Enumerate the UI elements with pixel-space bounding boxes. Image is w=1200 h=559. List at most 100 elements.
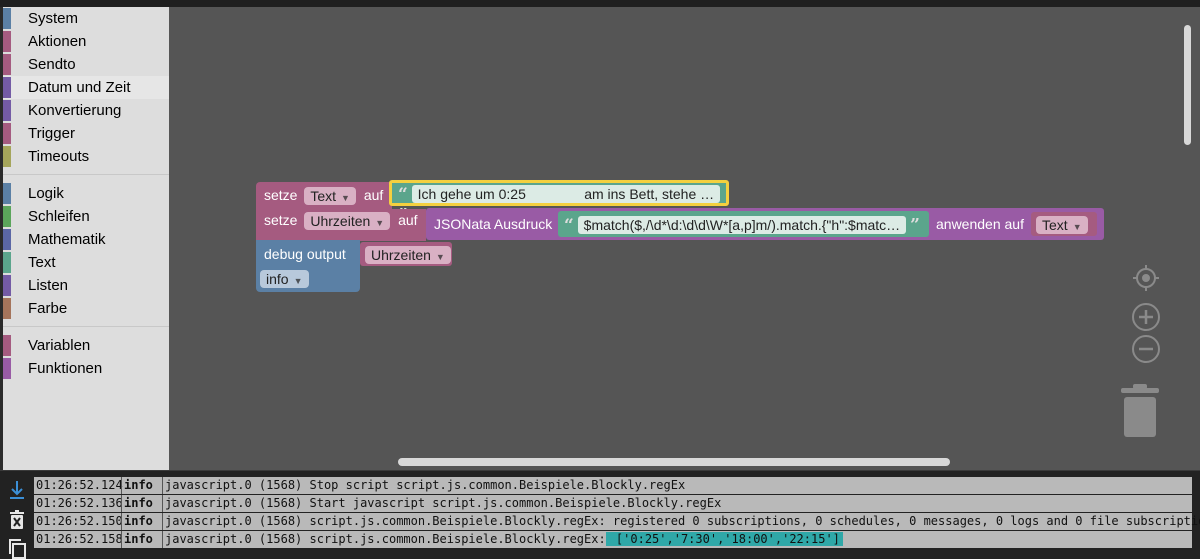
to-keyword: auf (398, 212, 418, 228)
column-divider (162, 531, 163, 548)
log-result-highlight: ['0:25','7:30','18:00','22:15'] (605, 532, 843, 546)
toolbox-item-label: Trigger (28, 125, 75, 142)
category-color-swatch (3, 31, 11, 52)
set-variable-block-2[interactable]: setze Uhrzeiten ▼ auf (256, 209, 426, 241)
toolbox-item-aktionen[interactable]: Aktionen (3, 30, 169, 53)
category-color-swatch (3, 123, 11, 144)
toolbox-item-label: Timeouts (28, 148, 90, 165)
open-quote-icon: “ (398, 184, 408, 205)
toolbox-item-schleifen[interactable]: Schleifen (3, 205, 169, 228)
text-literal-block[interactable]: “ Ich gehe um 0:25 am ins Bett, stehe … … (389, 180, 729, 226)
column-divider (162, 495, 163, 512)
category-color-swatch (3, 8, 11, 29)
toolbox-separator (3, 320, 169, 327)
category-color-swatch (3, 54, 11, 75)
category-color-swatch (3, 183, 11, 204)
expression-field[interactable]: $match($,/\d*\d:\d\d\W*[a,p]m/).match.{"… (577, 216, 907, 235)
toolbox-item-mathematik[interactable]: Mathematik (3, 228, 169, 251)
toolbox-item-konvertierung[interactable]: Konvertierung (3, 99, 169, 122)
log-row: 01:26:52.158 info javascript.0 (1568) scri… (34, 531, 1192, 548)
toolbox-item-label: Variablen (28, 337, 91, 354)
set-variable-block[interactable]: setze Text ▼ auf (256, 182, 392, 210)
toolbox-item-label: Sendto (28, 56, 76, 73)
toolbox-item-timeouts[interactable]: Timeouts (3, 145, 169, 168)
column-divider (121, 513, 122, 530)
trash-icon[interactable] (1119, 382, 1161, 440)
chevron-down-icon: ▼ (1072, 222, 1082, 233)
toolbox-separator (3, 168, 169, 175)
toolbox-item-label: Logik (28, 185, 64, 202)
level-dropdown[interactable]: info ▼ (260, 270, 309, 289)
toolbox: System Aktionen Sendto Datum und Zeit Konver… (3, 7, 169, 470)
zoom-in-icon[interactable] (1131, 302, 1161, 332)
chevron-down-icon: ▼ (293, 276, 303, 287)
debug-label: debug output (264, 246, 346, 262)
clear-log-icon[interactable] (6, 509, 28, 531)
debug-variable-block[interactable]: Uhrzeiten ▼ (360, 242, 452, 266)
toolbox-item-label: Schleifen (28, 208, 90, 225)
horizontal-scrollbar[interactable] (398, 458, 950, 466)
expression-text-block[interactable]: “ $match($,/\d*\d:\d\d\W*[a,p]m/).match.… (558, 211, 929, 237)
toolbox-item-trigger[interactable]: Trigger (3, 122, 169, 145)
toolbox-item-datum-und-zeit[interactable]: Datum und Zeit (3, 76, 169, 99)
workspace[interactable]: setze Text ▼ auf “ Ich gehe um 0:25 am in… (169, 7, 1200, 470)
category-color-swatch (3, 146, 11, 167)
apply-variable-block[interactable]: Text ▼ (1031, 212, 1097, 236)
top-bar (0, 0, 1200, 7)
log-level: info (124, 478, 153, 492)
variable-name: Text (1042, 217, 1068, 234)
toolbox-item-farbe[interactable]: Farbe (3, 297, 169, 320)
variable-dropdown[interactable]: Uhrzeiten ▼ (365, 246, 451, 265)
log-row: 01:26:52.150 info javascript.0 (1568) scri… (34, 513, 1200, 530)
vertical-scrollbar[interactable] (1184, 25, 1191, 145)
chevron-down-icon: ▼ (341, 193, 350, 204)
category-color-swatch (3, 77, 11, 98)
category-color-swatch (3, 358, 11, 379)
set-keyword: setze (264, 187, 298, 203)
blockly-editor: System Aktionen Sendto Datum und Zeit Konver… (0, 0, 1200, 559)
toolbox-item-system[interactable]: System (3, 7, 169, 30)
log-timestamp: 01:26:52.124 (36, 478, 123, 492)
close-quote-icon: ” (910, 215, 920, 236)
jsonata-label: JSONata Ausdruck (434, 216, 553, 232)
toolbox-item-label: Mathematik (28, 231, 106, 248)
recenter-icon[interactable] (1131, 263, 1161, 293)
toolbox-item-label: System (28, 10, 79, 27)
variable-name: Uhrzeiten (371, 247, 431, 264)
toolbox-item-logik[interactable]: Logik (3, 182, 169, 205)
log-level: info (124, 496, 153, 510)
variable-dropdown[interactable]: Text ▼ (304, 187, 356, 206)
to-keyword: auf (363, 187, 384, 203)
log-level: info (124, 532, 153, 546)
variable-dropdown[interactable]: Text ▼ (1036, 216, 1088, 235)
copy-icon[interactable] (6, 537, 28, 559)
toolbox-item-sendto[interactable]: Sendto (3, 53, 169, 76)
toolbox-item-label: Listen (28, 277, 69, 294)
log-timestamp: 01:26:52.150 (36, 514, 123, 528)
download-icon[interactable] (6, 479, 28, 501)
toolbox-item-label: Funktionen (28, 360, 103, 377)
column-divider (121, 495, 122, 512)
toolbox-item-label: Aktionen (28, 33, 87, 50)
debug-output-block[interactable]: debug output info ▼ (256, 240, 360, 292)
column-divider (162, 513, 163, 530)
variable-name: Uhrzeiten (310, 213, 371, 230)
apply-on-label: anwenden auf (936, 216, 1024, 232)
variable-dropdown[interactable]: Uhrzeiten ▼ (304, 212, 391, 231)
category-color-swatch (3, 100, 11, 121)
log-timestamp: 01:26:52.158 (36, 532, 123, 546)
set-keyword: setze (264, 212, 298, 228)
toolbox-item-variablen[interactable]: Variablen (3, 334, 169, 357)
category-color-swatch (3, 335, 11, 356)
column-divider (162, 477, 163, 494)
toolbox-item-text[interactable]: Text (3, 251, 169, 274)
log-timestamp: 01:26:52.136 (36, 496, 123, 510)
column-divider (121, 531, 122, 548)
toolbox-item-funktionen[interactable]: Funktionen (3, 357, 169, 380)
zoom-out-icon[interactable] (1131, 334, 1161, 364)
text-value-field[interactable]: Ich gehe um 0:25 am ins Bett, stehe … (411, 185, 721, 204)
category-color-swatch (3, 206, 11, 227)
open-quote-icon: “ (564, 215, 574, 236)
log-message: javascript.0 (1568) Stop script script.j… (165, 478, 686, 492)
toolbox-item-listen[interactable]: Listen (3, 274, 169, 297)
